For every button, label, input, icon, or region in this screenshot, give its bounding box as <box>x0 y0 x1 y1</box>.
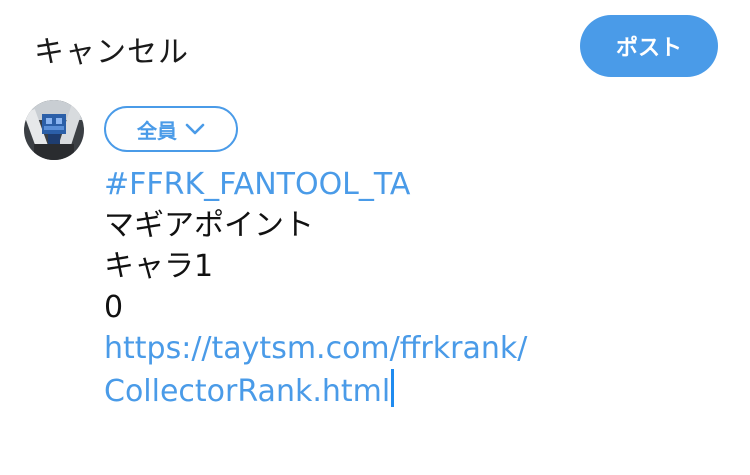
avatar-image <box>24 100 84 160</box>
post-button[interactable]: ポスト <box>580 15 718 77</box>
text-line: マギアポイント <box>104 208 314 243</box>
audience-label: 全員 <box>137 118 177 143</box>
text-line: キャラ1 <box>104 249 214 284</box>
avatar[interactable] <box>24 100 84 160</box>
text-line: 0 <box>104 290 124 325</box>
chevron-down-icon <box>185 123 205 135</box>
cancel-button[interactable]: キャンセル <box>34 27 189 71</box>
text-cursor <box>391 369 395 407</box>
tweet-text-area[interactable]: #FFRK_FANTOOL_TA マギアポイント キャラ1 0 https://… <box>104 164 724 412</box>
compose-screen: キャンセル ポスト 全員 #FFRK_FANTOOL_TA マギアポイント キャ… <box>0 0 750 475</box>
url-link-part2[interactable]: CollectorRank.html <box>104 374 390 409</box>
hashtag-link[interactable]: #FFRK_FANTOOL_TA <box>104 164 724 205</box>
url-link-part1[interactable]: https://taytsm.com/ffrkrank/ <box>104 328 724 369</box>
audience-selector[interactable]: 全員 <box>104 106 238 152</box>
